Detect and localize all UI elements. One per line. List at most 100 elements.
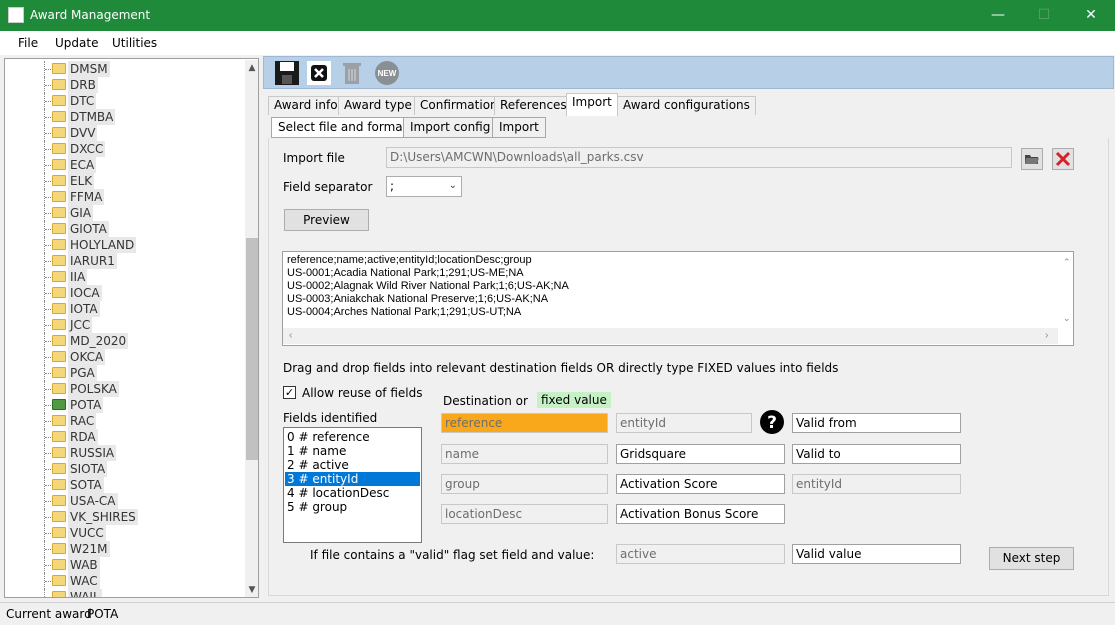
tree-item[interactable]: SOTA	[5, 477, 255, 493]
dest-field-valid-to[interactable]: Valid to	[792, 444, 961, 464]
tree-item[interactable]: FFMA	[5, 189, 255, 205]
tree-item[interactable]: DMSM	[5, 61, 255, 77]
list-item-selected[interactable]: 3 # entityId	[285, 472, 420, 486]
tree-item[interactable]: POTA	[5, 397, 255, 413]
award-icon	[52, 575, 66, 586]
tree-scrollbar[interactable]: ▲ ▼	[245, 60, 258, 597]
tab-award-configurations[interactable]: Award configurations	[617, 96, 756, 115]
menu-file[interactable]: File	[18, 36, 38, 50]
dest-field-valid-from[interactable]: Valid from	[792, 413, 961, 433]
dest-field-activation-bonus-score[interactable]: Activation Bonus Score	[616, 504, 785, 524]
award-icon	[52, 255, 66, 266]
valid-flag-field[interactable]: active	[616, 544, 785, 564]
tree-item-label: IOTA	[68, 301, 100, 317]
dest-field-entityid-2[interactable]: entityId	[792, 474, 961, 494]
subtab-select-file[interactable]: Select file and format	[271, 117, 415, 138]
tree-item[interactable]: VK_SHIRES	[5, 509, 255, 525]
tree-item[interactable]: PGA	[5, 365, 255, 381]
maximize-button[interactable]: ☐	[1021, 0, 1067, 31]
clear-file-icon[interactable]	[1052, 148, 1074, 170]
tree-item[interactable]: POLSKA	[5, 381, 255, 397]
subtab-import-config[interactable]: Import config	[403, 117, 498, 138]
help-icon[interactable]: ?	[759, 409, 785, 435]
tree-item[interactable]: DTC	[5, 93, 255, 109]
tree-item[interactable]: RAC	[5, 413, 255, 429]
tree-item[interactable]: RDA	[5, 429, 255, 445]
dest-field-locationdesc[interactable]: locationDesc	[441, 504, 608, 524]
allow-reuse-checkbox[interactable]: ✓	[283, 386, 296, 399]
tree-item-label: W21M	[68, 541, 110, 557]
tree-item[interactable]: IIA	[5, 269, 255, 285]
tree-item[interactable]: USA-CA	[5, 493, 255, 509]
tree-item[interactable]: IOCA	[5, 285, 255, 301]
tree-item[interactable]: WAC	[5, 573, 255, 589]
tab-import[interactable]: Import	[566, 93, 618, 116]
tree-item[interactable]: IARUR1	[5, 253, 255, 269]
fields-list[interactable]: 0 # reference 1 # name 2 # active 3 # en…	[283, 427, 422, 543]
tree-item[interactable]: DRB	[5, 77, 255, 93]
tab-award-info[interactable]: Award info	[268, 96, 344, 115]
cancel-icon[interactable]	[306, 60, 332, 86]
preview-scroll-down-icon[interactable]: ⌄	[1063, 312, 1071, 325]
tree-item[interactable]: HOLYLAND	[5, 237, 255, 253]
tree-item[interactable]: DTMBA	[5, 109, 255, 125]
award-tree[interactable]: DMSM DRB DTC DTMBA DVV DXCC ECA ELK FFMA GIA GIOTA…	[4, 58, 259, 598]
save-icon[interactable]	[274, 60, 300, 86]
tree-item[interactable]: ELK	[5, 173, 255, 189]
award-icon	[52, 111, 66, 122]
tree-item[interactable]: DVV	[5, 125, 255, 141]
preview-scroll-up-icon[interactable]: ⌃	[1063, 256, 1071, 269]
scroll-thumb[interactable]	[246, 238, 258, 460]
preview-button[interactable]: Preview	[284, 209, 369, 231]
subtab-import[interactable]: Import	[492, 117, 546, 138]
dest-field-gridsquare[interactable]: Gridsquare	[616, 444, 785, 464]
valid-value-field[interactable]: Valid value	[792, 544, 961, 564]
list-item[interactable]: 0 # reference	[285, 430, 420, 444]
scroll-down-icon[interactable]: ▼	[245, 582, 258, 597]
tree-item[interactable]: DXCC	[5, 141, 255, 157]
tree-item[interactable]: GIA	[5, 205, 255, 221]
minimize-button[interactable]: —	[975, 0, 1021, 31]
list-item[interactable]: 1 # name	[285, 444, 420, 458]
menu-update[interactable]: Update	[55, 36, 98, 50]
trash-icon[interactable]	[339, 60, 365, 86]
tree-item[interactable]: GIOTA	[5, 221, 255, 237]
tab-confirmation[interactable]: Confirmation	[414, 96, 504, 115]
scroll-right-icon[interactable]: ›	[1045, 328, 1048, 344]
preview-hscrollbar[interactable]: ‹ ›	[283, 328, 1058, 344]
dest-field-name[interactable]: name	[441, 444, 608, 464]
tree-item[interactable]: WAIL	[5, 589, 255, 597]
tree-item[interactable]: RUSSIA	[5, 445, 255, 461]
list-item[interactable]: 4 # locationDesc	[285, 486, 420, 500]
dest-field-activation-score[interactable]: Activation Score	[616, 474, 785, 494]
tree-item[interactable]: OKCA	[5, 349, 255, 365]
tree-item[interactable]: ECA	[5, 157, 255, 173]
dest-field-entityid[interactable]: entityId	[616, 413, 752, 433]
tree-item-label: GIOTA	[68, 221, 109, 237]
list-item[interactable]: 5 # group	[285, 500, 420, 514]
tab-references[interactable]: References	[494, 96, 573, 115]
open-folder-icon[interactable]	[1021, 148, 1043, 170]
import-file-field[interactable]: D:\Users\AMCWN\Downloads\all_parks.csv	[386, 147, 1012, 168]
tab-award-type[interactable]: Award type	[338, 96, 418, 115]
list-item[interactable]: 2 # active	[285, 458, 420, 472]
next-step-button[interactable]: Next step	[989, 547, 1074, 570]
field-separator-select[interactable]: ; ⌄	[386, 176, 462, 197]
scroll-up-icon[interactable]: ▲	[245, 60, 258, 76]
scroll-left-icon[interactable]: ‹	[289, 328, 292, 344]
dest-field-group[interactable]: group	[441, 474, 608, 494]
tree-item[interactable]: SIOTA	[5, 461, 255, 477]
new-icon[interactable]: NEW	[374, 60, 400, 86]
tree-item[interactable]: W21M	[5, 541, 255, 557]
tree-item[interactable]: IOTA	[5, 301, 255, 317]
tree-item[interactable]: VUCC	[5, 525, 255, 541]
tree-item[interactable]: MD_2020	[5, 333, 255, 349]
tree-item[interactable]: WAB	[5, 557, 255, 573]
preview-textarea[interactable]: reference;name;active;entityId;locationD…	[282, 251, 1074, 346]
menu-utilities[interactable]: Utilities	[112, 36, 157, 50]
preview-line: US-0004;Arches National Park;1;291;US-UT…	[287, 306, 522, 318]
award-icon	[52, 431, 66, 442]
dest-field-reference[interactable]: reference	[441, 413, 608, 433]
tree-item[interactable]: JCC	[5, 317, 255, 333]
close-window-button[interactable]: ✕	[1068, 0, 1114, 31]
